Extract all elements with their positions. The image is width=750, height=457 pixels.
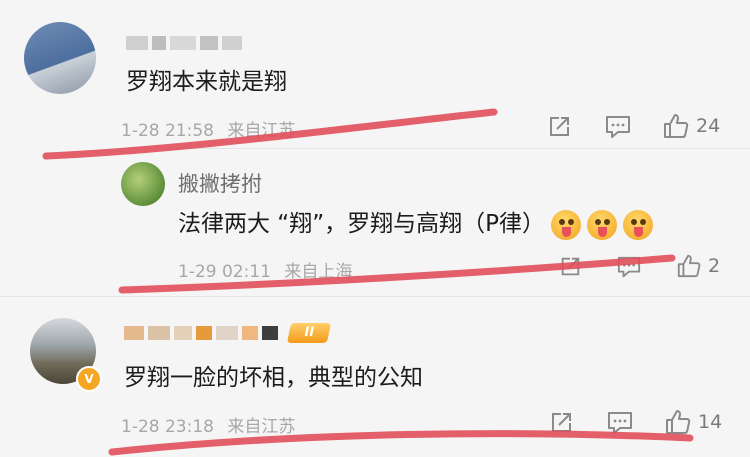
like-count: 2	[708, 255, 721, 277]
comment-location: 来自江苏	[227, 121, 296, 141]
comment-location: 来自江苏	[227, 417, 296, 437]
emoji-grin-tongue-icon	[551, 209, 582, 240]
like-icon	[666, 410, 691, 434]
divider	[0, 296, 750, 297]
like-button[interactable]: 2	[676, 253, 720, 279]
comment-text: 罗翔本来就是翔	[126, 69, 287, 95]
divider	[120, 148, 750, 149]
comment-button[interactable]	[606, 410, 634, 436]
comment-meta: 1-28 23:18 来自江苏	[121, 412, 295, 437]
share-button[interactable]	[548, 410, 574, 436]
verified-v-icon: V	[76, 366, 102, 392]
comment-icon	[606, 116, 630, 138]
comment-icon	[617, 256, 641, 278]
comment-text-content: 法律两大 “翔”，罗翔与高翔（P律）	[178, 211, 546, 237]
like-count: 24	[696, 115, 721, 137]
comment-text: 法律两大 “翔”，罗翔与高翔（P律）	[178, 204, 654, 240]
like-count: 14	[698, 411, 723, 433]
avatar[interactable]	[121, 162, 165, 206]
share-icon	[552, 413, 571, 432]
username[interactable]: 搬撇拷拊	[178, 168, 262, 198]
username[interactable]	[126, 30, 246, 54]
emoji-grin-tongue-icon	[623, 209, 654, 240]
username[interactable]: II	[124, 320, 331, 344]
comment-icon	[608, 412, 632, 434]
like-button[interactable]: 14	[664, 408, 722, 436]
member-badge: II	[286, 323, 331, 343]
comment-date: 1-28 23:18	[121, 417, 214, 437]
comment-meta: 1-28 21:58 来自江苏	[121, 116, 295, 141]
avatar[interactable]	[24, 22, 96, 94]
comment-location: 来自上海	[284, 262, 353, 282]
share-icon	[550, 117, 569, 136]
comment-text: 罗翔一脸的坏相，典型的公知	[124, 365, 423, 391]
emoji-grin-tongue-icon	[587, 209, 618, 240]
comment-meta: 1-29 02:11 来自上海	[178, 257, 352, 282]
comment-date: 1-28 21:58	[121, 121, 214, 141]
like-icon	[677, 254, 701, 278]
like-icon	[664, 114, 689, 138]
like-button[interactable]: 24	[662, 112, 720, 140]
share-button[interactable]	[546, 114, 572, 140]
comment-button[interactable]	[616, 255, 642, 279]
comment-date: 1-29 02:11	[178, 262, 271, 282]
comment-button[interactable]	[604, 114, 632, 140]
share-button[interactable]	[558, 255, 582, 279]
share-icon	[561, 257, 580, 276]
